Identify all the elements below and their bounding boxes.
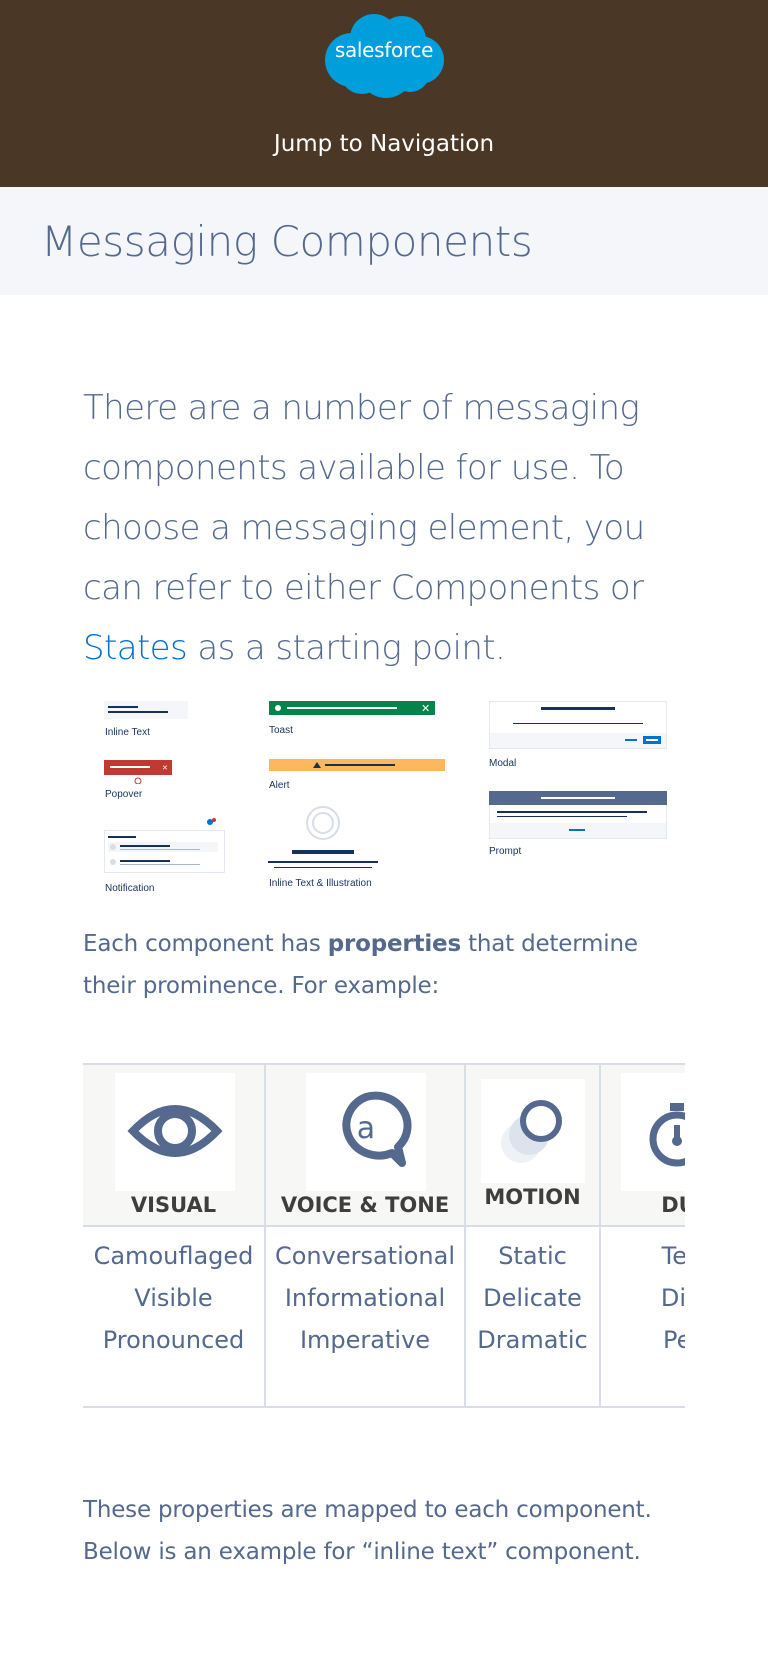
value-item: Imperative: [299, 1326, 431, 1354]
inline-text-thumbnail[interactable]: [104, 701, 188, 719]
value-item: Pronounced: [102, 1326, 245, 1354]
column-values: Static Delicate Dramatic: [466, 1235, 599, 1361]
notification-thumbnail[interactable]: [104, 818, 226, 874]
column-header: VISUAL: [83, 1065, 264, 1227]
value-item: Tempo: [661, 1242, 685, 1270]
icon-box: [621, 1073, 685, 1191]
states-link[interactable]: States: [83, 628, 188, 668]
column-values: Tempo Dismis Perma: [601, 1235, 685, 1361]
popover-illustration: ✕: [104, 760, 172, 785]
intro-text: There are a number of messaging componen…: [83, 388, 645, 608]
icon-box: [115, 1073, 235, 1191]
value-item: Informational: [284, 1284, 446, 1312]
column-title: VISUAL: [130, 1193, 217, 1217]
popover-thumbnail[interactable]: ✕: [104, 760, 172, 785]
mapped-paragraph: These properties are mapped to each comp…: [83, 1497, 652, 1565]
table-column-motion: MOTION Static Delicate Dramatic: [466, 1065, 601, 1406]
thumb-label-prompt: Prompt: [489, 846, 522, 857]
thumb-label-toast: Toast: [269, 725, 293, 736]
property-table[interactable]: VISUAL Camouflaged Visible Pronounced a …: [83, 1063, 685, 1408]
value-item: Conversational: [274, 1242, 456, 1270]
value-item: Delicate: [483, 1284, 582, 1312]
jump-to-navigation-link[interactable]: Jump to Navigation: [0, 131, 768, 157]
logo-text: salesforce: [334, 38, 434, 62]
intro-text-end: as a starting point.: [187, 628, 506, 668]
value-item: Dismis: [660, 1284, 685, 1312]
svg-text:✕: ✕: [421, 702, 430, 715]
column-title: MOTION: [484, 1185, 581, 1209]
toast-illustration: ✕: [269, 701, 435, 715]
alert-thumbnail[interactable]: [269, 758, 445, 771]
thumb-label-inline-text-illustration: Inline Text & Illustration: [269, 878, 372, 889]
prompt-illustration: [489, 791, 667, 839]
table-column-visual: VISUAL Camouflaged Visible Pronounced: [83, 1065, 266, 1406]
modal-thumbnail[interactable]: [489, 701, 667, 749]
props-bold: properties: [327, 931, 461, 957]
inline-text-illustration-thumbnail[interactable]: [266, 805, 380, 871]
value-item: Camouflaged: [93, 1242, 254, 1270]
alert-illustration: [269, 759, 445, 771]
icon-box: [481, 1079, 585, 1183]
table-column-voice-tone: a VOICE & TONE Conversational Informatio…: [266, 1065, 466, 1406]
column-values: Conversational Informational Imperative: [266, 1235, 464, 1361]
column-header: a VOICE & TONE: [266, 1065, 464, 1227]
value-item: Dramatic: [477, 1326, 588, 1354]
eye-icon: [127, 1105, 223, 1157]
stopwatch-icon: [649, 1103, 685, 1167]
top-header: salesforce Jump to Navigation: [0, 0, 768, 187]
thumb-label-popover: Popover: [105, 789, 143, 800]
value-item: Visible: [134, 1284, 213, 1312]
column-header: MOTION: [466, 1065, 599, 1227]
properties-paragraph: Each component has properties that deter…: [83, 923, 683, 1007]
motion-circles-icon: [501, 1100, 562, 1163]
column-title: VOICE & TONE: [280, 1193, 450, 1217]
toast-thumbnail[interactable]: ✕: [269, 701, 435, 715]
icon-box: a: [306, 1073, 426, 1191]
props-text: Each component has: [83, 931, 328, 957]
inline-text-illustration-graphic: [268, 806, 378, 868]
thumb-label-modal: Modal: [489, 758, 517, 769]
modal-illustration: [489, 701, 667, 749]
value-item: Perma: [663, 1326, 685, 1354]
svg-text:a: a: [357, 1111, 375, 1146]
thumb-label-alert: Alert: [269, 780, 290, 791]
svg-text:✕: ✕: [162, 764, 168, 772]
value-item: Static: [498, 1242, 567, 1270]
table-column-duration: DURAT Tempo Dismis Perma: [601, 1065, 685, 1406]
inline-text-illustration: [104, 701, 188, 719]
title-bar: Messaging Components: [0, 187, 768, 295]
column-header: DURAT: [601, 1065, 685, 1227]
notification-illustration: [104, 818, 225, 873]
page-title: Messaging Components: [41, 217, 533, 266]
column-values: Camouflaged Visible Pronounced: [83, 1235, 264, 1361]
intro-paragraph: There are a number of messaging componen…: [83, 378, 693, 678]
column-title: DURAT: [661, 1193, 685, 1217]
prompt-thumbnail[interactable]: [489, 791, 667, 839]
thumb-label-inline-text: Inline Text: [105, 727, 150, 738]
speech-bubble-icon: a: [342, 1091, 412, 1167]
thumb-label-notification: Notification: [105, 883, 155, 894]
salesforce-logo[interactable]: salesforce: [322, 10, 446, 98]
